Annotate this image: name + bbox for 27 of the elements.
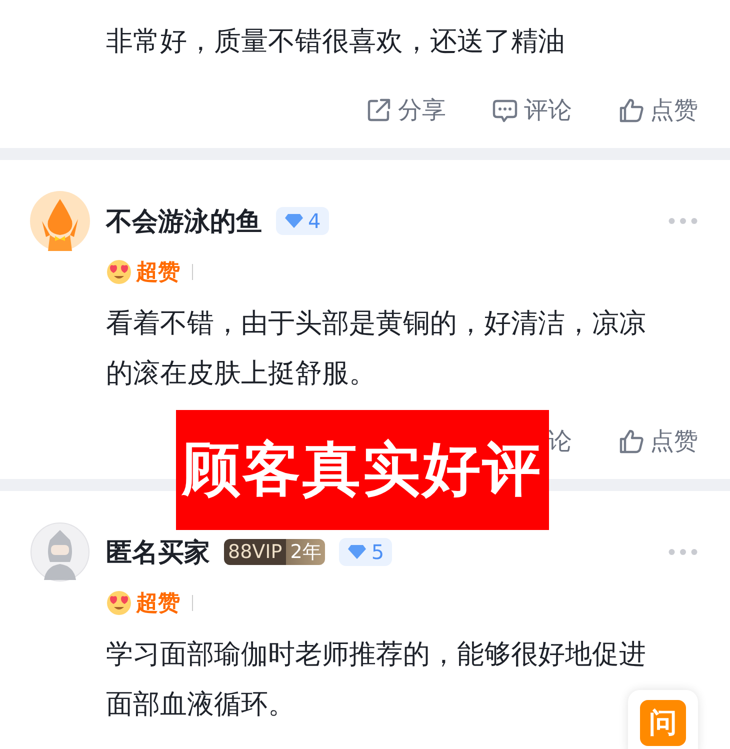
share-icon	[366, 97, 392, 123]
promo-banner: 顾客真实好评	[176, 410, 549, 530]
comment-button[interactable]: 评论	[492, 94, 572, 126]
more-icon[interactable]	[668, 217, 698, 225]
level-badge: 5	[339, 538, 392, 566]
review-text: 面部血液循环。	[106, 688, 295, 722]
review-text: 看着不错，由于头部是黄铜的，好清洁，凉凉	[106, 307, 646, 341]
rating-label: 超赞	[136, 259, 180, 287]
more-icon[interactable]	[668, 548, 698, 556]
review-text: 学习面部瑜伽时老师推荐的，能够很好地促进	[106, 638, 646, 672]
comment-button[interactable]: 论	[548, 425, 572, 457]
review-text: 的滚在皮肤上挺舒服。	[106, 357, 376, 391]
heart-eyes-icon	[106, 590, 132, 616]
rating-label: 超赞	[136, 590, 180, 618]
review-text: 非常好，质量不错很喜欢，还送了精油	[106, 25, 565, 59]
user-name: 不会游泳的鱼	[106, 206, 262, 238]
share-button[interactable]: 分享	[366, 94, 446, 126]
thumbs-up-icon	[618, 97, 644, 123]
like-button[interactable]: 点赞	[618, 425, 698, 457]
heart-eyes-icon	[106, 259, 132, 285]
thumbs-up-icon	[618, 428, 644, 454]
avatar-icon	[30, 522, 90, 582]
avatar-icon	[30, 191, 90, 251]
user-name: 匿名买家	[106, 536, 210, 570]
level-badge: 4	[276, 207, 329, 235]
comment-icon	[492, 97, 518, 123]
like-button[interactable]: 点赞	[618, 94, 698, 126]
